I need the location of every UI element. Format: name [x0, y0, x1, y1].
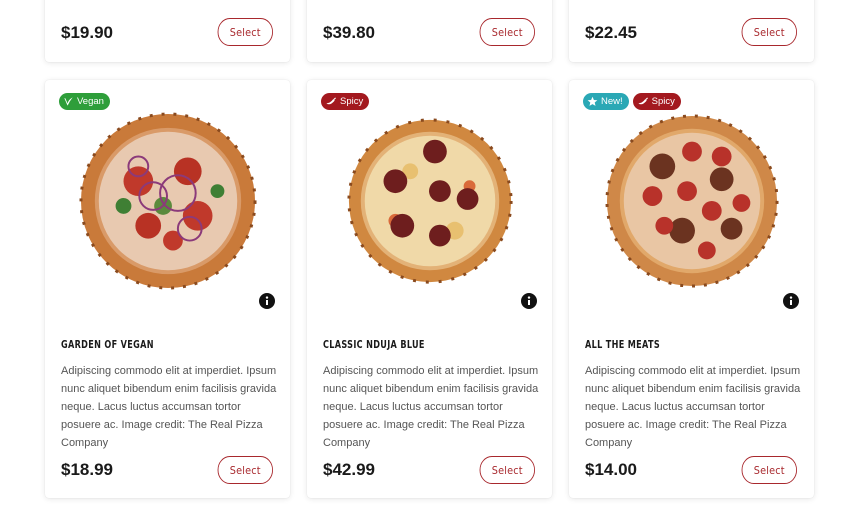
badge-group: New! Spicy: [583, 93, 681, 110]
spicy-badge: Spicy: [632, 93, 681, 110]
product-description: Adipiscing commodo elit at imperdiet. Ip…: [61, 365, 277, 449]
select-button[interactable]: Select: [479, 18, 535, 46]
product-price: $22.45: [585, 23, 637, 42]
star-icon: [587, 96, 598, 106]
badge-label: New!: [601, 96, 623, 107]
leaf-icon: [64, 97, 73, 106]
badge-label: Spicy: [651, 96, 675, 107]
chili-icon: [638, 97, 648, 105]
badge-label: Vegan: [77, 96, 104, 107]
info-icon[interactable]: [783, 293, 799, 309]
badge-group: Vegan: [59, 93, 110, 110]
product-price: $42.99: [323, 460, 375, 479]
product-price: $39.80: [323, 23, 375, 42]
product-card: $39.80 Select: [307, 0, 552, 62]
pizza-image: [605, 114, 779, 288]
product-price: $14.00: [585, 460, 637, 479]
product-price: $18.99: [61, 460, 113, 479]
badge-label: Spicy: [340, 96, 364, 107]
info-icon[interactable]: [259, 293, 275, 309]
product-description: Adipiscing commodo elit at imperdiet. Ip…: [585, 365, 801, 449]
select-button[interactable]: Select: [741, 18, 797, 46]
product-title: GARDEN OF VEGAN: [61, 338, 154, 351]
pizza-image: [347, 118, 513, 284]
new-badge: New!: [583, 93, 629, 110]
select-button[interactable]: Select: [217, 456, 273, 484]
select-button[interactable]: Select: [479, 456, 535, 484]
product-description: Adipiscing commodo elit at imperdiet. Ip…: [323, 365, 539, 449]
chili-icon: [326, 97, 336, 105]
badge-group: Spicy: [321, 93, 370, 110]
select-button[interactable]: Select: [217, 18, 273, 46]
product-card-all-the-meats: New! Spicy ALL THE MEATS Adipiscing comm…: [569, 80, 814, 498]
vegan-badge: Vegan: [59, 93, 110, 110]
product-card-classic-nduja-blue: Spicy CLASSIC NDUJA BLUE Adipiscing comm…: [307, 80, 552, 498]
product-card: $19.90 Select: [45, 0, 290, 62]
product-card: $22.45 Select: [569, 0, 814, 62]
product-title: CLASSIC NDUJA BLUE: [323, 338, 425, 351]
product-title: ALL THE MEATS: [585, 338, 660, 351]
select-button[interactable]: Select: [741, 456, 797, 484]
info-icon[interactable]: [521, 293, 537, 309]
spicy-badge: Spicy: [321, 93, 370, 110]
pizza-image: [79, 112, 257, 290]
product-card-garden-of-vegan: Vegan GARDEN OF VEGAN Adipiscing commodo…: [45, 80, 290, 498]
product-price: $19.90: [61, 23, 113, 42]
